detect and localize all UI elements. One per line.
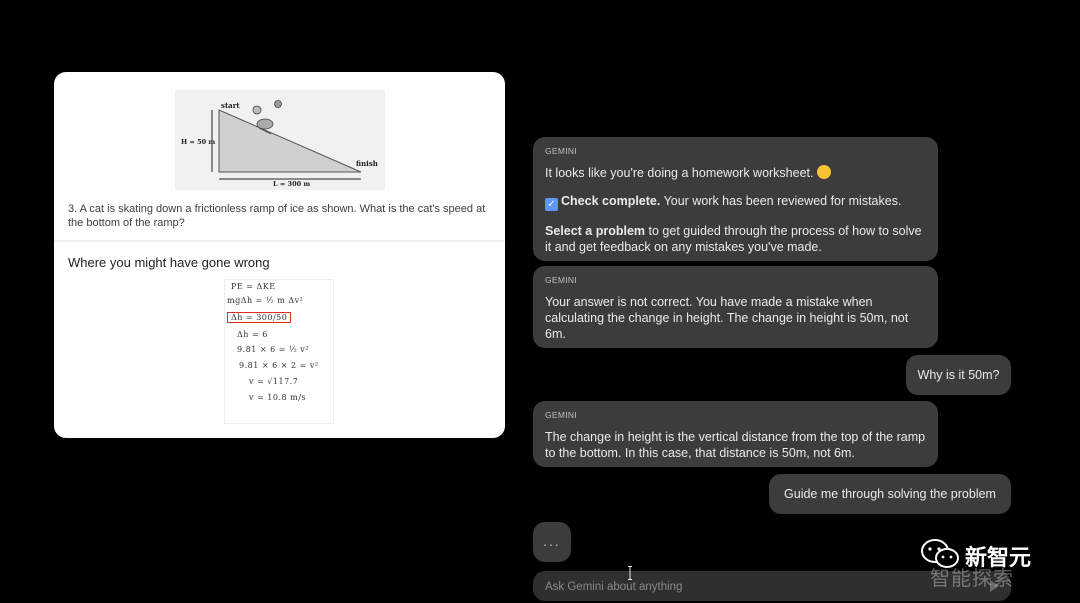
select-problem-label: Select a problem bbox=[545, 224, 646, 238]
hw-line: 9.81 × 6 = ½ v² bbox=[237, 345, 310, 354]
typing-indicator: ... bbox=[533, 522, 571, 562]
user-message: Why is it 50m? bbox=[906, 355, 1011, 395]
hw-line: Δh = 6 bbox=[237, 330, 268, 339]
text-cursor-icon bbox=[628, 566, 632, 580]
gemini-message: GEMINI Your answer is not correct. You h… bbox=[533, 266, 938, 348]
finish-label: finish bbox=[356, 159, 378, 168]
hw-line: PE = ΔKE bbox=[231, 282, 276, 291]
ramp-diagram: start finish H = 50 m L = 300 m bbox=[175, 90, 385, 190]
gemini-message: GEMINI It looks like you're doing a home… bbox=[533, 137, 938, 261]
watermark-subtext: 智能探索 bbox=[930, 566, 1014, 590]
check-complete-label: Check complete. bbox=[561, 194, 661, 208]
message-text: Your answer is not correct. You have mad… bbox=[545, 295, 909, 341]
height-label: H = 50 m bbox=[181, 138, 215, 146]
handwritten-work: PE = ΔKE mgΔh = ½ m Δv² Δh = 300/50 Δh =… bbox=[225, 280, 333, 423]
hw-line: 9.81 × 6 × 2 = v² bbox=[239, 361, 319, 370]
start-label: start bbox=[221, 101, 240, 110]
ask-gemini-input[interactable] bbox=[543, 577, 967, 597]
user-message: Guide me through solving the problem bbox=[769, 474, 1011, 514]
worksheet-card: start finish H = 50 m L = 300 m 3. A cat… bbox=[54, 72, 505, 438]
gemini-message: GEMINI The change in height is the verti… bbox=[533, 401, 938, 467]
hw-line: v = √117.7 bbox=[249, 377, 299, 386]
message-text: It looks like you're doing a homework wo… bbox=[545, 166, 814, 180]
section-divider bbox=[54, 240, 505, 242]
sender-label: GEMINI bbox=[545, 410, 578, 420]
hw-line: v = 10.8 m/s bbox=[249, 393, 307, 402]
check-box-icon: ✓ bbox=[545, 198, 558, 211]
message-text: Why is it 50m? bbox=[917, 368, 1000, 382]
message-text: Guide me through solving the problem bbox=[784, 487, 996, 501]
message-text: Your work has been reviewed for mistakes… bbox=[660, 194, 902, 208]
ramp-svg: start finish H = 50 m L = 300 m bbox=[181, 100, 378, 188]
sender-label: GEMINI bbox=[545, 146, 578, 156]
hw-line: mgΔh = ½ m Δv² bbox=[227, 296, 304, 305]
watermark: 新智元 智能探索 bbox=[918, 536, 1068, 590]
question-text[interactable]: 3. A cat is skating down a frictionless … bbox=[68, 202, 493, 230]
section-title: Where you might have gone wrong bbox=[68, 255, 270, 270]
length-label: L = 300 m bbox=[273, 180, 310, 188]
message-text: The change in height is the vertical dis… bbox=[545, 430, 926, 460]
sender-label: GEMINI bbox=[545, 275, 578, 285]
thinking-face-icon bbox=[816, 165, 831, 179]
hw-line-highlighted: Δh = 300/50 bbox=[227, 312, 292, 323]
ramp-shape bbox=[218, 109, 362, 173]
